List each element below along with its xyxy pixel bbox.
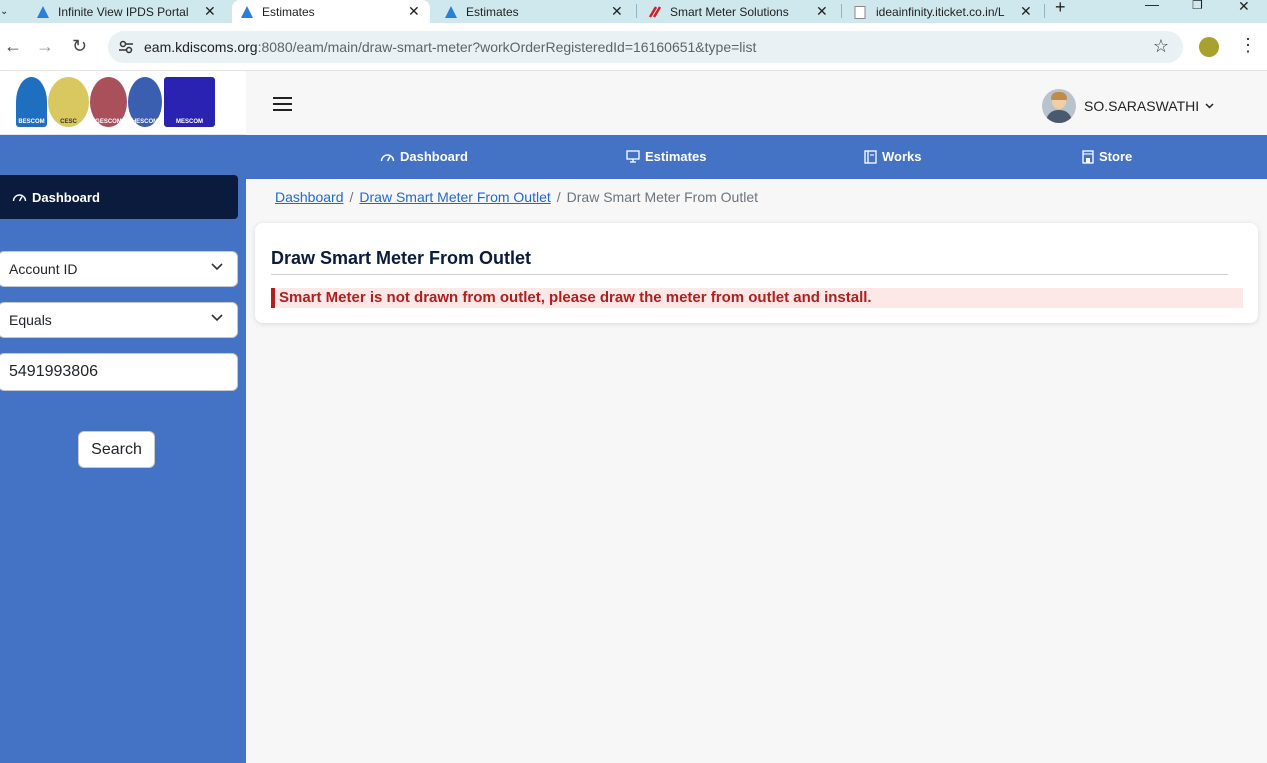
url-text: eam.kdiscoms.org:8080/eam/main/draw-smar…: [144, 39, 756, 55]
store-icon: [1082, 149, 1094, 164]
app-icon: [36, 5, 50, 18]
close-icon[interactable]: ✕: [1020, 3, 1032, 20]
tab-divider: [1044, 4, 1045, 18]
dashboard-icon: [12, 194, 27, 202]
app-icon: [444, 5, 458, 18]
close-icon[interactable]: ✕: [408, 3, 420, 20]
tab-search-button[interactable]: ⌄: [0, 0, 8, 23]
dashboard-icon: [380, 153, 395, 161]
hamburger-menu-icon[interactable]: [273, 97, 292, 115]
breadcrumb-draw-meter-link[interactable]: Draw Smart Meter From Outlet: [359, 189, 550, 205]
browser-menu-icon[interactable]: ⋮: [1239, 35, 1257, 55]
logo-label: GESCOM: [95, 119, 122, 125]
tab-infinite-view[interactable]: Infinite View IPDS Portal ✕: [36, 0, 228, 23]
forward-button[interactable]: →: [36, 36, 54, 56]
page-title: Draw Smart Meter From Outlet: [271, 248, 532, 268]
tab-title: Estimates: [466, 4, 519, 19]
tab-estimates[interactable]: Estimates ✕: [444, 0, 630, 23]
main-content: SO.SARASWATHI Dashboard Estimates Works …: [246, 71, 1267, 763]
search-button[interactable]: Search: [78, 431, 155, 468]
close-icon[interactable]: ✕: [204, 3, 216, 20]
close-icon[interactable]: ✕: [611, 3, 623, 20]
minimize-button[interactable]: —: [1145, 0, 1159, 12]
tab-divider: [636, 4, 637, 18]
back-button[interactable]: ←: [4, 36, 22, 56]
filter-operator-value: Equals: [9, 312, 52, 328]
mescom-logo: MESCOM: [164, 77, 215, 127]
tab-title: Smart Meter Solutions: [670, 4, 789, 19]
page-icon: [854, 5, 868, 19]
error-alert: Smart Meter is not drawn from outlet, pl…: [271, 288, 1243, 308]
nav-label: Works: [882, 149, 922, 164]
reload-button[interactable]: ↻: [72, 36, 87, 56]
profile-avatar-icon[interactable]: [1199, 37, 1219, 57]
logo-label: HESCOM: [131, 119, 159, 125]
filter-value-text: 5491993806: [9, 363, 98, 380]
logo-label: BESCOM: [18, 119, 45, 125]
browser-toolbar: ← → ↻ eam.kdiscoms.org:8080/eam/main/dra…: [0, 23, 1267, 71]
brand-icon: [648, 5, 662, 18]
filter-field-value: Account ID: [9, 261, 78, 277]
book-icon: [864, 149, 877, 164]
logo-label: CESC: [60, 119, 77, 125]
nav-label: Store: [1099, 149, 1133, 164]
hescom-logo: HESCOM: [128, 77, 162, 127]
breadcrumb-dashboard-link[interactable]: Dashboard: [275, 189, 344, 205]
tab-ideainfinity[interactable]: ideainfinity.iticket.co.in/L ✕: [854, 0, 1040, 23]
nav-store[interactable]: Store: [1082, 149, 1132, 164]
avatar: [1042, 89, 1076, 123]
top-header: SO.SARASWATHI: [246, 71, 1267, 135]
nav-dashboard[interactable]: Dashboard: [380, 149, 468, 164]
site-settings-icon[interactable]: [118, 39, 134, 60]
bescom-logo: BESCOM: [16, 77, 47, 127]
logo-label: MESCOM: [176, 119, 203, 125]
sidebar-item-dashboard[interactable]: Dashboard: [0, 175, 238, 219]
chevron-down-icon: ⌄: [0, 6, 9, 17]
restore-button[interactable]: ❐: [1192, 0, 1203, 12]
app-root: BESCOM CESC GESCOM HESCOM MESCOM Dashboa…: [0, 71, 1267, 763]
tab-title: Infinite View IPDS Portal: [58, 4, 189, 19]
bookmark-star-icon[interactable]: ☆: [1153, 36, 1169, 57]
url-path: :8080/eam/main/draw-smart-meter?workOrde…: [257, 39, 757, 55]
tab-smart-meter-solutions[interactable]: Smart Meter Solutions ✕: [648, 0, 834, 23]
tab-estimates-active[interactable]: Estimates ✕: [232, 0, 430, 23]
filter-value-input[interactable]: 5491993806: [0, 353, 238, 391]
tab-divider: [841, 4, 842, 18]
tab-title: ideainfinity.iticket.co.in/L: [876, 4, 1005, 19]
error-alert-text: Smart Meter is not drawn from outlet, pl…: [279, 289, 872, 306]
breadcrumb-current: Draw Smart Meter From Outlet: [566, 189, 759, 205]
close-icon[interactable]: ✕: [816, 3, 828, 20]
chevron-down-icon: [1205, 103, 1214, 109]
address-bar[interactable]: eam.kdiscoms.org:8080/eam/main/draw-smar…: [108, 31, 1183, 63]
nav-label: Dashboard: [400, 149, 468, 164]
window-close-button[interactable]: ✕: [1238, 0, 1250, 15]
browser-tab-strip: ⌄ Infinite View IPDS Portal ✕ Estimates …: [0, 0, 1267, 23]
chevron-down-icon: [211, 314, 223, 322]
new-tab-button[interactable]: +: [1055, 0, 1066, 18]
title-divider: [271, 274, 1228, 275]
chevron-down-icon: [211, 263, 223, 271]
filter-operator-select[interactable]: Equals: [0, 302, 238, 338]
user-name: SO.SARASWATHI: [1084, 98, 1200, 114]
nav-estimates[interactable]: Estimates: [626, 149, 706, 164]
monitor-icon: [626, 150, 640, 163]
nav-label: Estimates: [645, 149, 707, 164]
sidebar-item-label: Dashboard: [32, 189, 100, 205]
breadcrumb-separator: /: [556, 189, 561, 205]
breadcrumb: Dashboard / Draw Smart Meter From Outlet / D…: [275, 189, 758, 205]
app-icon: [240, 5, 254, 18]
user-menu[interactable]: SO.SARASWATHI: [1042, 89, 1214, 123]
url-host: eam.kdiscoms.org: [144, 39, 258, 55]
breadcrumb-separator: /: [349, 189, 354, 205]
filter-field-select[interactable]: Account ID: [0, 251, 238, 287]
cesc-logo: CESC: [48, 77, 89, 127]
main-nav: Dashboard Estimates Works Store: [246, 135, 1267, 179]
sidebar: BESCOM CESC GESCOM HESCOM MESCOM Dashboa…: [0, 71, 246, 763]
tab-title: Estimates: [262, 4, 315, 19]
nav-works[interactable]: Works: [864, 149, 922, 164]
content-card: Draw Smart Meter From Outlet Smart Meter…: [255, 223, 1258, 323]
gescom-logo: GESCOM: [90, 77, 127, 127]
logo-strip: BESCOM CESC GESCOM HESCOM MESCOM: [0, 71, 246, 135]
